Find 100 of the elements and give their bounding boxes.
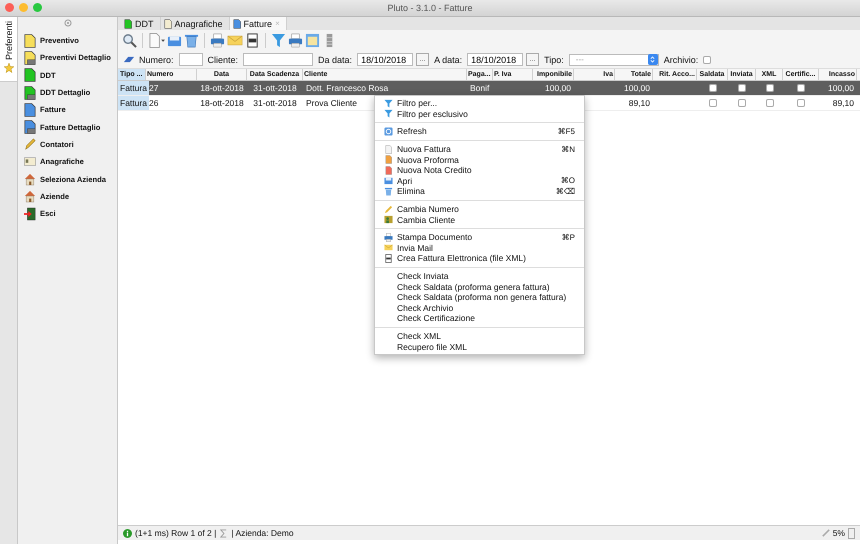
exit-door-icon [24, 206, 36, 221]
window-title: Pluto - 3.1.0 - Fatture [387, 3, 473, 13]
menu-item[interactable]: Check Certificazione [375, 313, 584, 324]
document-icon [232, 18, 241, 28]
table-cell: 100,00 [545, 83, 571, 93]
table-cell: 27 [149, 83, 158, 93]
table-cell: 18-ott-2018 [200, 83, 244, 93]
table-checkbox[interactable] [797, 84, 805, 92]
table-cell: 100,00 [828, 83, 854, 93]
document-icon [164, 18, 172, 28]
cliente-label: Cliente: [208, 54, 238, 64]
minimize-button[interactable] [19, 3, 28, 12]
pencil-icon [384, 204, 393, 214]
close-button[interactable] [5, 3, 14, 12]
menu-item[interactable]: Cambia Numero [375, 204, 584, 214]
numero-field[interactable] [178, 53, 203, 66]
dropdown-arrows-icon [650, 56, 656, 63]
printer-icon[interactable] [288, 33, 303, 48]
house-icon [24, 172, 36, 186]
document-icon [24, 34, 36, 48]
new-document-icon[interactable] [148, 33, 165, 48]
refresh-icon [384, 126, 393, 136]
document-icon [24, 102, 36, 117]
gear-icon[interactable] [64, 19, 72, 27]
document-icon [24, 120, 36, 134]
menu-item[interactable]: Recupero file XML [375, 341, 584, 352]
menu-item[interactable]: Nuova Nota Credito [375, 164, 584, 176]
menu-item[interactable]: Crea Fattura Elettronica (file XML) [375, 253, 584, 264]
archivio-label: Archivio: [664, 54, 698, 64]
zoom-button[interactable] [33, 3, 42, 12]
table-cell: 31-ott-2018 [253, 98, 297, 108]
table-checkbox[interactable] [738, 84, 746, 92]
table-cell: Prova Cliente [306, 98, 358, 108]
printer-icon[interactable] [210, 33, 225, 48]
table-cell: 31-ott-2018 [253, 83, 297, 93]
tab[interactable]: Fatture × [230, 17, 287, 30]
table-cell: Fattura [118, 81, 149, 95]
memory-icon [822, 529, 830, 537]
date-field[interactable]: 18/10/2018 [357, 53, 414, 66]
xml-file-icon[interactable] [245, 33, 260, 48]
eraser-icon[interactable] [123, 55, 135, 64]
table-checkbox[interactable] [797, 99, 805, 107]
mail-icon [384, 243, 393, 252]
document-icon [24, 86, 36, 100]
archivio-checkbox[interactable] [703, 56, 712, 64]
trash-icon [384, 186, 393, 196]
trash-icon[interactable] [184, 33, 199, 48]
table-checkbox[interactable] [766, 84, 774, 92]
table-checkbox[interactable] [766, 99, 774, 107]
date-field[interactable]: 18/10/2018 [467, 53, 524, 66]
menu-item[interactable]: Check Inviata [375, 270, 584, 282]
document-icon [124, 18, 132, 28]
contact-card-icon [24, 154, 36, 169]
cliente-field[interactable] [243, 53, 314, 66]
table-checkbox[interactable] [708, 84, 716, 92]
memory-bar [848, 528, 855, 538]
menu-item[interactable]: Elimina ⌘⌫ [375, 186, 584, 197]
table-cell: Fattura [118, 96, 149, 110]
table-cell: 100,00 [624, 83, 650, 93]
table-row[interactable]: Fattura 27 18-ott-2018 31-ott-2018 Dott. Francesco Rosa Bonif 100,00 100,00 100,00 [118, 81, 860, 96]
menu-item[interactable]: Filtro per esclusivo [375, 108, 584, 120]
menu-item[interactable]: Check XML [375, 330, 584, 342]
menu-item[interactable]: Stampa Documento ⌘P [375, 232, 584, 243]
table-cell: 89,10 [628, 98, 650, 108]
menu-item[interactable]: Nuova Proforma [375, 154, 584, 165]
menu-item[interactable]: Refresh ⌘F5 [375, 126, 584, 137]
menu-item[interactable]: Check Saldata (proforma non genera fattura) [375, 292, 584, 302]
menu-item[interactable]: Check Saldata (proforma genera fattura) [375, 281, 584, 292]
menu-item[interactable]: Nuova Fattura ⌘N [375, 144, 584, 154]
menu-item[interactable]: Check Archivio [375, 302, 584, 314]
status-text: (1+1 ms) Row 1 of 2 | [135, 528, 216, 538]
menu-item[interactable]: Apri ⌘O [375, 176, 584, 186]
table-cell: Bonif [470, 83, 490, 93]
report-icon[interactable] [305, 33, 320, 48]
table-cell: 18-ott-2018 [200, 98, 244, 108]
tipo-label: Tipo: [544, 54, 564, 64]
document-icon [24, 68, 36, 82]
search-icon[interactable] [122, 33, 137, 48]
star-icon [4, 63, 14, 74]
info-icon [123, 528, 132, 538]
memory-usage: 5% [832, 528, 845, 538]
numero-label: Numero: [139, 54, 174, 64]
company-text: | Azienda: Demo [231, 528, 294, 538]
printer-icon [384, 232, 393, 242]
a-data-label: A data: [434, 54, 462, 64]
table-checkbox[interactable] [708, 99, 716, 107]
save-icon [384, 176, 393, 186]
people-icon [384, 215, 393, 224]
menu-item[interactable]: Invia Mail [375, 242, 584, 254]
menu-item[interactable]: Filtro per... [375, 98, 584, 109]
table-checkbox[interactable] [738, 99, 746, 107]
menu-item[interactable]: Cambia Cliente [375, 214, 584, 225]
house-icon [24, 189, 36, 204]
sum-icon[interactable] [219, 528, 228, 538]
table-cell: 89,10 [832, 98, 854, 108]
side-tab[interactable]: Preferenti [0, 17, 17, 82]
filter-icon[interactable] [271, 33, 286, 48]
table-cell: Dott. Francesco Rosa [306, 83, 388, 93]
table-cell: 26 [149, 98, 158, 108]
document-icon [24, 50, 36, 65]
